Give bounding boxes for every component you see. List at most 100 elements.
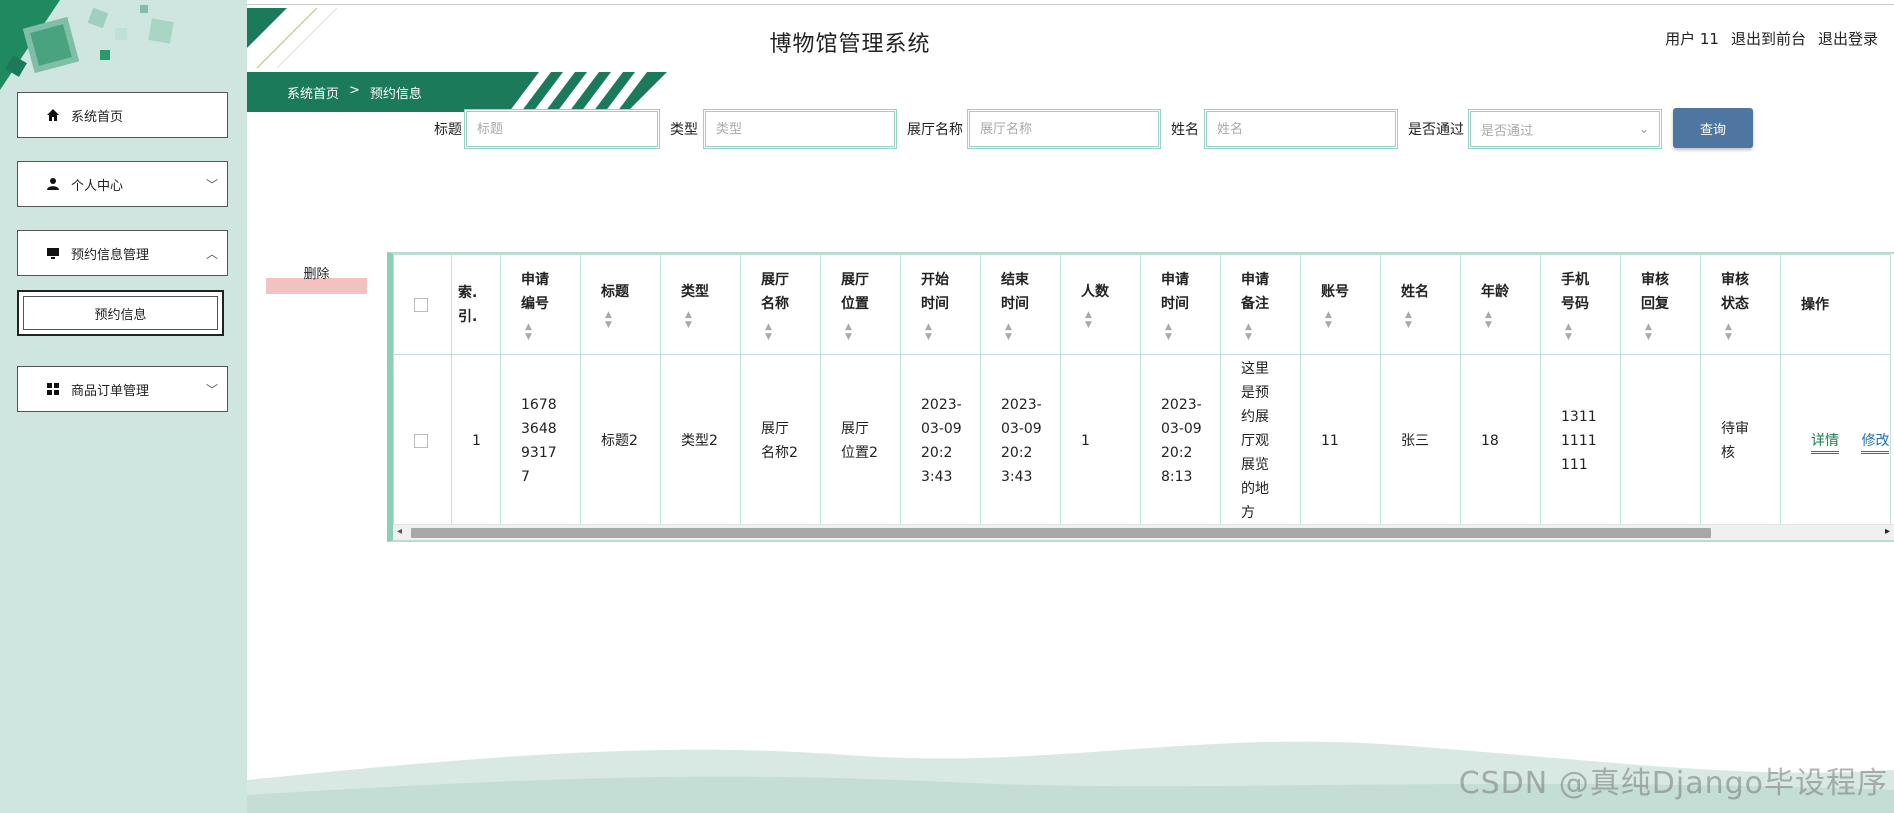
pass-select[interactable]: 是否通过 ⌄ [1468,109,1662,149]
sidebar-subitem-reservation-info[interactable]: 预约信息 [17,290,224,336]
top-border [0,0,1894,5]
col-phone[interactable]: 手机 号码 ▲ ▼ [1540,254,1621,355]
col-title[interactable]: 标题 ▲ ▼ [580,254,661,355]
cell-title: 标题2 [580,354,661,527]
col-age[interactable]: 年龄 ▲ ▼ [1460,254,1541,355]
cell-end-time: 2023- 03-09 20:2 3:43 [980,354,1061,527]
person-icon [43,177,63,191]
scroll-right-icon[interactable]: ▸ [1885,526,1890,537]
col-review-status[interactable]: 审核 状态 ▲ ▼ [1700,254,1781,355]
name-input[interactable] [1204,109,1398,149]
sidebar: 系统首页 个人中心 ﹀ 预约信息管理 ︿ 预约信息 商品订单管理 ﹀ [0,0,247,813]
sidebar-item-order-management[interactable]: 商品订单管理 ﹀ [17,366,228,412]
sort-icon[interactable]: ▲ ▼ [685,310,740,330]
sort-icon[interactable]: ▲ ▼ [1085,310,1140,330]
select-all-checkbox[interactable] [414,297,428,312]
sort-icon[interactable]: ▲ ▼ [1725,322,1780,342]
back-to-front-link[interactable]: 退出到前台 [1731,28,1806,49]
sidebar-item-label: 系统首页 [71,109,124,125]
user-area: 用户 11 退出到前台 退出登录 [1665,28,1878,49]
name-label: 姓名 [1171,122,1199,138]
sidebar-item-personal-center[interactable]: 个人中心 ﹀ [17,161,228,207]
cell-index: 1 [451,354,501,527]
cell-hall-location: 展厅 位置2 [820,354,901,527]
col-end-time[interactable]: 结束 时间 ▲ ▼ [980,254,1061,355]
sidebar-item-reservation-management[interactable]: 预约信息管理 ︿ [17,230,228,276]
hall-name-input[interactable] [967,109,1161,149]
delete-button-label: 删除 [303,267,330,282]
sort-icon[interactable]: ▲ ▼ [1405,310,1460,330]
cell-apply-no: 1678 3648 9317 7 [500,354,581,527]
breadcrumb: 系统首页 > 预约信息 [247,72,667,112]
cell-people: 1 [1060,354,1141,527]
sidebar-item-home[interactable]: 系统首页 [17,92,228,138]
data-table: 索. 引. 申请 编号 ▲ ▼ 标题 ▲ ▼ 类型 ▲ ▼ 展厅 名称 ▲ ▼ 展厅 位置 ▲ ▼ … [393,254,1891,527]
sidebar-item-label: 商品订单管理 [71,383,150,399]
type-label: 类型 [670,122,698,138]
sort-icon[interactable]: ▲ ▼ [605,310,660,330]
sort-icon[interactable]: ▲ ▼ [1245,322,1300,342]
col-review-reply[interactable]: 审核 回复 ▲ ▼ [1620,254,1701,355]
sort-icon[interactable]: ▲ ▼ [765,322,820,342]
col-hall-location[interactable]: 展厅 位置 ▲ ▼ [820,254,901,355]
row-select-cell[interactable] [393,354,452,527]
cell-phone: 1311 1111 111 [1540,354,1621,527]
sidebar-decoration [0,0,174,90]
edit-link[interactable]: 修改 [1861,432,1890,454]
cell-review-reply [1620,354,1701,527]
sort-icon[interactable]: ▲ ▼ [1645,322,1700,342]
cell-operations: 详情 修改 [1780,354,1891,527]
chevron-down-icon: ﹀ [205,177,218,192]
sort-icon[interactable]: ▲ ▼ [1565,322,1620,342]
scrollbar-thumb[interactable] [411,528,1711,538]
user-name: 用户 11 [1665,30,1719,48]
detail-link[interactable]: 详情 [1811,432,1839,454]
col-apply-no[interactable]: 申请 编号 ▲ ▼ [500,254,581,355]
sort-icon[interactable]: ▲ ▼ [1005,322,1060,342]
col-name[interactable]: 姓名 ▲ ▼ [1380,254,1461,355]
select-all-cell[interactable] [393,254,452,355]
sort-icon[interactable]: ▲ ▼ [1325,310,1380,330]
delete-button[interactable]: 删除 [266,263,367,294]
breadcrumb-home[interactable]: 系统首页 [287,83,339,102]
col-remark[interactable]: 申请 备注 ▲ ▼ [1220,254,1301,355]
pass-label: 是否通过 [1408,122,1464,138]
app-root: 系统首页 个人中心 ﹀ 预约信息管理 ︿ 预约信息 商品订单管理 ﹀ 博物馆管理… [0,0,1894,813]
header-decoration [247,8,338,68]
horizontal-scrollbar[interactable]: ◂ ▸ [393,524,1894,540]
type-input[interactable] [703,109,897,149]
title-input[interactable] [464,109,660,149]
col-hall-name[interactable]: 展厅 名称 ▲ ▼ [740,254,821,355]
breadcrumb-current: 预约信息 [369,87,422,102]
scroll-left-icon[interactable]: ◂ [397,526,402,537]
cell-type: 类型2 [660,354,741,527]
col-start-time[interactable]: 开始 时间 ▲ ▼ [900,254,981,355]
query-button[interactable]: 查询 [1673,108,1753,148]
pass-select-value: 是否通过 [1481,123,1534,139]
row-checkbox[interactable] [414,433,428,448]
sort-icon[interactable]: ▲ ▼ [925,322,980,342]
sidebar-item-label: 个人中心 [71,178,124,194]
cell-remark: 这里 是预 约展 厅观 展览 的地 方 [1220,354,1301,527]
sort-icon[interactable]: ▲ ▼ [1165,322,1220,342]
cell-review-status: 待审 核 [1700,354,1781,527]
col-type[interactable]: 类型 ▲ ▼ [660,254,741,355]
col-operation: 操作 [1780,254,1891,355]
logout-link[interactable]: 退出登录 [1818,28,1878,49]
col-apply-time[interactable]: 申请 时间 ▲ ▼ [1140,254,1221,355]
data-table-container: 索. 引. 申请 编号 ▲ ▼ 标题 ▲ ▼ 类型 ▲ ▼ 展厅 名称 ▲ ▼ 展厅 位置 ▲ ▼ … [387,252,1894,542]
cell-hall-name: 展厅 名称2 [740,354,821,527]
col-account[interactable]: 账号 ▲ ▼ [1300,254,1381,355]
col-index: 索. 引. [451,254,501,355]
sort-icon[interactable]: ▲ ▼ [1485,310,1540,330]
title-label: 标题 [434,122,462,138]
col-people[interactable]: 人数 ▲ ▼ [1060,254,1141,355]
sort-icon[interactable]: ▲ ▼ [845,322,900,342]
cell-account: 11 [1300,354,1381,527]
cell-age: 18 [1460,354,1541,527]
sidebar-item-label: 预约信息管理 [71,247,150,263]
watermark: CSDN @真纯Django毕设程序 [1458,766,1888,801]
table-row: 1 1678 3648 9317 7 标题2 类型2 展厅 名称2 展厅 位置2… [393,354,1891,527]
sort-icon[interactable]: ▲ ▼ [525,322,580,342]
grid-icon [43,382,63,396]
